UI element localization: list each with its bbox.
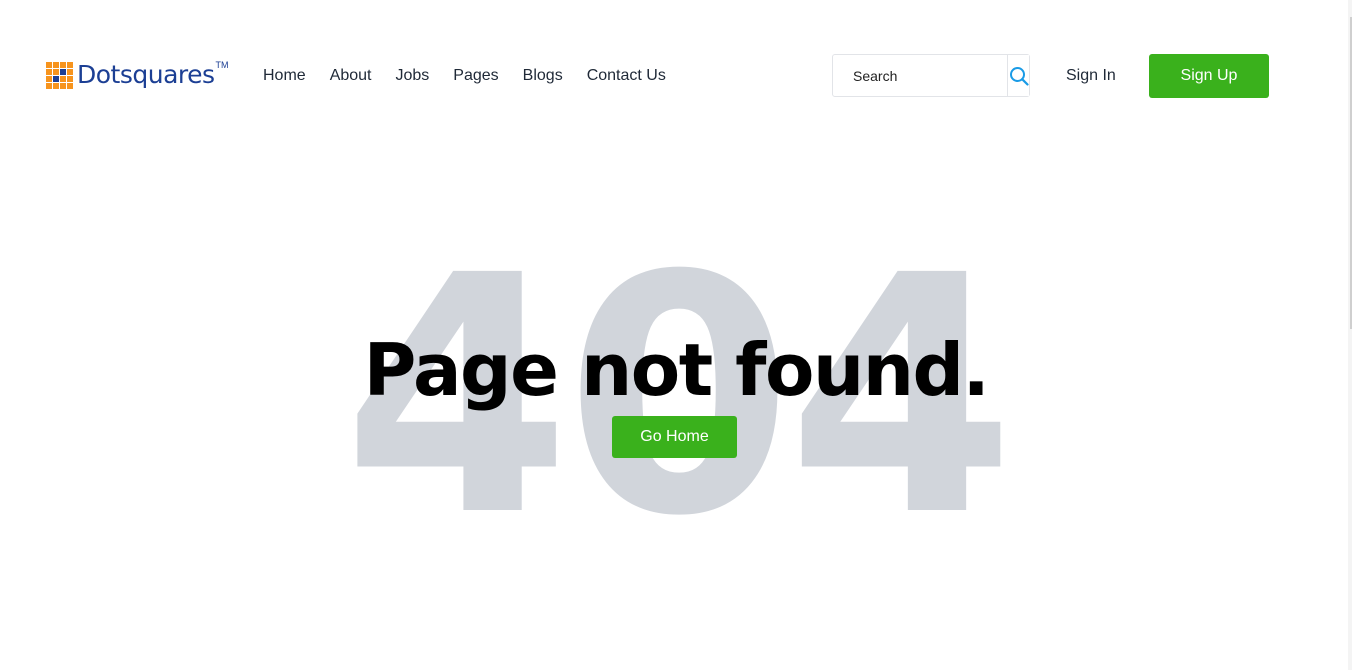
nav-item-pages[interactable]: Pages — [453, 64, 498, 88]
nav-item-blogs[interactable]: Blogs — [523, 64, 563, 88]
nav-item-about[interactable]: About — [330, 64, 372, 88]
page: Dotsquares TM Home About Jobs Pages Blog… — [0, 0, 1352, 670]
brand-name: Dotsquares — [77, 60, 215, 89]
go-home-button[interactable]: Go Home — [612, 416, 737, 458]
sign-up-button[interactable]: Sign Up — [1149, 54, 1269, 98]
nav-item-contact-us[interactable]: Contact Us — [587, 64, 666, 88]
main-nav: Home About Jobs Pages Blogs Contact Us — [263, 64, 690, 88]
search-box — [832, 54, 1030, 97]
logo-mark-icon — [46, 62, 73, 89]
search-icon — [1009, 66, 1029, 86]
sign-in-link[interactable]: Sign In — [1066, 64, 1116, 88]
brand-trademark: TM — [215, 60, 229, 70]
scrollbar[interactable] — [1348, 0, 1352, 670]
page-title: Page not found. — [363, 328, 990, 412]
nav-item-jobs[interactable]: Jobs — [396, 64, 430, 88]
search-input[interactable] — [833, 55, 1007, 96]
brand-logo[interactable]: Dotsquares TM — [46, 58, 229, 92]
nav-item-home[interactable]: Home — [263, 64, 306, 88]
search-button[interactable] — [1007, 55, 1029, 96]
